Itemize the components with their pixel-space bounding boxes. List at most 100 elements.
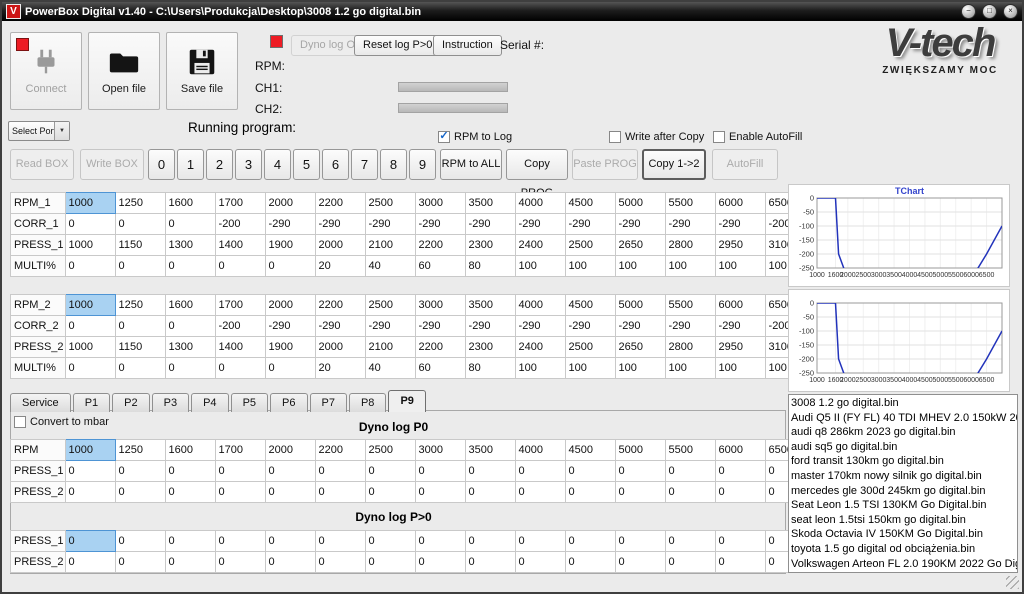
table-cell[interactable]: 0 bbox=[265, 461, 315, 482]
file-list-item[interactable]: toyota 1.5 go digital od obciążenia.bin bbox=[791, 542, 1017, 557]
table-cell[interactable]: 0 bbox=[115, 461, 165, 482]
table-cell[interactable]: 100 bbox=[515, 256, 565, 277]
table-cell[interactable]: 0 bbox=[515, 531, 565, 552]
table-cell[interactable]: 0 bbox=[115, 358, 165, 379]
table-cell[interactable]: 0 bbox=[115, 316, 165, 337]
table-cell[interactable]: 1000 bbox=[65, 440, 115, 461]
table-cell[interactable]: 0 bbox=[215, 482, 265, 503]
table-cell[interactable]: -290 bbox=[365, 214, 415, 235]
digit-button-6[interactable]: 6 bbox=[322, 149, 349, 180]
table-cell[interactable]: 1900 bbox=[265, 235, 315, 256]
table-cell[interactable]: 0 bbox=[565, 552, 615, 573]
table-cell[interactable]: 100 bbox=[665, 358, 715, 379]
table-cell[interactable]: -290 bbox=[565, 214, 615, 235]
table-cell[interactable]: 0 bbox=[65, 316, 115, 337]
connect-button[interactable]: Connect bbox=[10, 32, 82, 110]
file-list-item[interactable]: 3008 1.2 go digital.bin bbox=[791, 396, 1017, 411]
table-cell[interactable]: 2200 bbox=[415, 235, 465, 256]
table-cell[interactable]: 1250 bbox=[115, 295, 165, 316]
table-cell[interactable]: 0 bbox=[315, 531, 365, 552]
enable-autofill-checkbox[interactable]: Enable AutoFill bbox=[713, 131, 802, 143]
table-cell[interactable]: 0 bbox=[115, 482, 165, 503]
table-cell[interactable]: 2200 bbox=[415, 337, 465, 358]
minimize-button[interactable]: − bbox=[961, 4, 976, 19]
table-cell[interactable]: 0 bbox=[65, 256, 115, 277]
table-cell[interactable]: 3500 bbox=[465, 193, 515, 214]
table-cell[interactable]: 1600 bbox=[165, 295, 215, 316]
table-cell[interactable]: 0 bbox=[265, 358, 315, 379]
table-cell[interactable]: 0 bbox=[465, 482, 515, 503]
rpm-to-all-button[interactable]: RPM to ALL bbox=[440, 149, 502, 180]
table-cell[interactable]: 60 bbox=[415, 358, 465, 379]
table-cell[interactable]: 100 bbox=[515, 358, 565, 379]
table-cell[interactable]: 5000 bbox=[615, 193, 665, 214]
tab-p7[interactable]: P7 bbox=[310, 393, 347, 412]
table-cell[interactable]: 0 bbox=[415, 531, 465, 552]
file-list-item[interactable]: audi q8 286km 2023 go digital.bin bbox=[791, 425, 1017, 440]
table-cell[interactable]: 0 bbox=[715, 552, 765, 573]
save-file-button[interactable]: Save file bbox=[166, 32, 238, 110]
table-cell[interactable]: 4000 bbox=[515, 295, 565, 316]
table-cell[interactable]: 0 bbox=[565, 531, 615, 552]
table-cell[interactable]: 3000 bbox=[415, 440, 465, 461]
table-cell[interactable]: 0 bbox=[165, 256, 215, 277]
table-cell[interactable]: 5500 bbox=[665, 193, 715, 214]
table-cell[interactable]: 5500 bbox=[665, 440, 715, 461]
table-cell[interactable]: 0 bbox=[315, 461, 365, 482]
write-box-button[interactable]: Write BOX bbox=[80, 149, 144, 180]
table-cell[interactable]: 0 bbox=[665, 552, 715, 573]
table-cell[interactable]: 2300 bbox=[465, 337, 515, 358]
table-cell[interactable]: 0 bbox=[415, 461, 465, 482]
file-list-item[interactable]: Skoda Octavia IV 150KM Go Digital.bin bbox=[791, 527, 1017, 542]
table-cell[interactable]: 6000 bbox=[715, 295, 765, 316]
table-cell[interactable]: 0 bbox=[215, 256, 265, 277]
table-cell[interactable]: -200 bbox=[215, 316, 265, 337]
table-cell[interactable]: 0 bbox=[465, 531, 515, 552]
file-list-item[interactable]: audi sq5 go digital.bin bbox=[791, 440, 1017, 455]
table-cell[interactable]: 0 bbox=[715, 482, 765, 503]
table-cell[interactable]: 0 bbox=[115, 214, 165, 235]
digit-button-3[interactable]: 3 bbox=[235, 149, 262, 180]
table-cell[interactable]: 0 bbox=[65, 358, 115, 379]
table-cell[interactable]: 2400 bbox=[515, 337, 565, 358]
table-cell[interactable]: 0 bbox=[165, 482, 215, 503]
table-cell[interactable]: 3500 bbox=[465, 440, 515, 461]
digit-button-2[interactable]: 2 bbox=[206, 149, 233, 180]
file-list-item[interactable]: Seat Leon 1.5 TSI 130KM Go Digital.bin bbox=[791, 498, 1017, 513]
table-cell[interactable]: 4500 bbox=[565, 295, 615, 316]
table-cell[interactable]: 1300 bbox=[165, 235, 215, 256]
tab-p3[interactable]: P3 bbox=[152, 393, 189, 412]
table-cell[interactable]: 1400 bbox=[215, 235, 265, 256]
table-cell[interactable]: 0 bbox=[615, 461, 665, 482]
table-cell[interactable]: 0 bbox=[465, 461, 515, 482]
table-cell[interactable]: 0 bbox=[115, 256, 165, 277]
file-list-item[interactable]: mercedes gle 300d 245km go digital.bin bbox=[791, 484, 1017, 499]
table-cell[interactable]: 0 bbox=[165, 531, 215, 552]
table-cell[interactable]: 5000 bbox=[615, 440, 665, 461]
autofill-button[interactable]: AutoFill bbox=[712, 149, 778, 180]
digit-button-5[interactable]: 5 bbox=[293, 149, 320, 180]
open-file-button[interactable]: Open file bbox=[88, 32, 160, 110]
table-cell[interactable]: 40 bbox=[365, 358, 415, 379]
table-cell[interactable]: 60 bbox=[415, 256, 465, 277]
table-cell[interactable]: 100 bbox=[615, 358, 665, 379]
digit-button-7[interactable]: 7 bbox=[351, 149, 378, 180]
table-cell[interactable]: 0 bbox=[65, 552, 115, 573]
table-cell[interactable]: 0 bbox=[215, 552, 265, 573]
table-cell[interactable]: -290 bbox=[265, 214, 315, 235]
file-list-item[interactable]: Audi Q5 II (FY FL) 40 TDI MHEV 2.0 150kW… bbox=[791, 411, 1017, 426]
write-after-copy-checkbox[interactable]: Write after Copy bbox=[609, 131, 704, 143]
table-cell[interactable]: 100 bbox=[665, 256, 715, 277]
table-cell[interactable]: -290 bbox=[565, 316, 615, 337]
rpm-to-log-checkbox[interactable]: ✓ RPM to Log bbox=[438, 131, 512, 143]
table-cell[interactable]: 5500 bbox=[665, 295, 715, 316]
table-cell[interactable]: 100 bbox=[565, 358, 615, 379]
table-cell[interactable]: 2400 bbox=[515, 235, 565, 256]
table-cell[interactable]: 20 bbox=[315, 358, 365, 379]
table-cell[interactable]: -290 bbox=[265, 316, 315, 337]
table-cell[interactable]: 2000 bbox=[315, 235, 365, 256]
table-cell[interactable]: 0 bbox=[315, 482, 365, 503]
table-cell[interactable]: -290 bbox=[715, 214, 765, 235]
tab-p4[interactable]: P4 bbox=[191, 393, 228, 412]
table-cell[interactable]: 6000 bbox=[715, 193, 765, 214]
